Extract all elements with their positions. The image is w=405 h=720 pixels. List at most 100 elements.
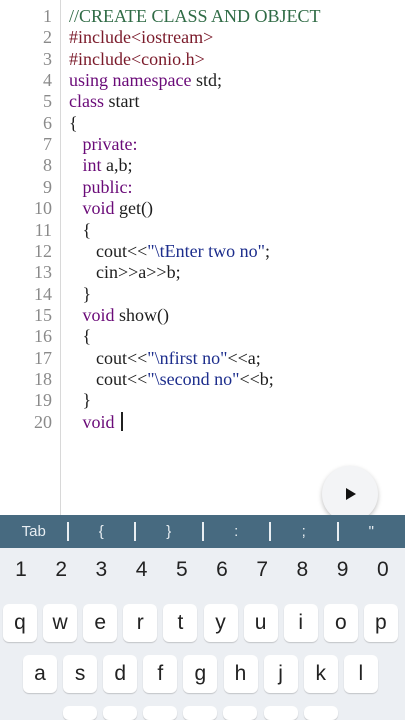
letter-key[interactable] (223, 706, 258, 720)
code-token: #include<conio.h> (69, 48, 205, 69)
soft-keyboard: 1234567890 qwertyuiop asdfghjkl (0, 548, 405, 720)
code-token: class (69, 91, 104, 112)
letter-key[interactable]: k (303, 655, 338, 693)
letter-key[interactable]: s (63, 655, 98, 693)
code-token: using namespace (69, 70, 192, 91)
line-number: 4 (43, 70, 52, 91)
symbol-key[interactable]: : (203, 515, 271, 548)
number-key[interactable]: 4 (122, 558, 162, 582)
code-text: int a,b; (69, 155, 133, 176)
code-token: <<b; (239, 368, 274, 389)
letter-key[interactable] (303, 706, 338, 720)
letter-key[interactable] (263, 706, 298, 720)
number-key[interactable]: 1 (1, 558, 41, 582)
code-token: void (82, 304, 115, 325)
letter-key[interactable]: h (223, 655, 258, 693)
letter-key[interactable] (183, 706, 218, 720)
code-token: "\tEnter two no" (147, 240, 265, 261)
code-text: { (69, 326, 92, 347)
code-text: private: (69, 134, 138, 155)
code-text: //CREATE CLASS AND OBJECT (69, 6, 321, 27)
letter-key[interactable]: i (283, 604, 318, 642)
play-icon (346, 488, 356, 500)
letter-key[interactable] (63, 706, 97, 720)
line-number: 2 (43, 27, 52, 48)
letter-key[interactable]: j (263, 655, 298, 693)
symbol-bar: Tab{}:; " (0, 515, 405, 548)
symbol-key[interactable]: Tab (0, 515, 68, 548)
line-number: 3 (43, 48, 52, 69)
letter-key[interactable]: r (123, 604, 158, 642)
number-key[interactable]: 9 (323, 558, 363, 582)
code-text: void (69, 411, 123, 433)
code-text: cout<<"\tEnter two no"; (69, 241, 270, 262)
symbol-key[interactable]: } (135, 515, 203, 548)
symbol-separator (134, 522, 136, 541)
symbol-separator (201, 522, 204, 541)
symbol-separator (336, 522, 339, 541)
code-token: cout<< (69, 240, 148, 261)
line-number: 20 (34, 411, 52, 432)
code-text: } (69, 284, 92, 305)
code-text: #include<iostream> (69, 27, 213, 48)
code-token: start (104, 91, 140, 112)
symbol-key[interactable]: { (68, 515, 136, 548)
code-token: cout<< (69, 368, 148, 389)
letter-key[interactable]: w (43, 604, 78, 642)
code-text: void get() (69, 198, 154, 219)
letter-key[interactable]: g (183, 655, 218, 693)
number-key[interactable]: 6 (202, 558, 242, 582)
code-token: { (69, 112, 78, 133)
code-token: void (82, 411, 115, 432)
run-button[interactable] (322, 466, 378, 522)
code-text: { (69, 113, 78, 134)
letter-key[interactable]: y (203, 604, 238, 642)
line-number: 11 (34, 219, 52, 240)
line-number: 16 (34, 326, 52, 347)
code-text: public: (69, 177, 133, 198)
number-key[interactable]: 3 (81, 558, 121, 582)
code-token: "\nfirst no" (147, 347, 228, 368)
line-number: 5 (43, 91, 52, 112)
letter-key[interactable] (103, 706, 138, 720)
code-token: { (69, 219, 92, 240)
code-token: int (82, 155, 102, 176)
code-token: <<a; (227, 347, 261, 368)
letter-key[interactable]: d (103, 655, 138, 693)
code-token: void (82, 198, 115, 219)
code-text: using namespace std; (69, 70, 222, 91)
number-key[interactable]: 5 (162, 558, 202, 582)
line-number: 1 (43, 6, 52, 26)
letter-key[interactable]: f (143, 655, 178, 693)
number-key[interactable]: 2 (41, 558, 81, 582)
code-token: a,b; (101, 155, 133, 176)
letter-key[interactable] (143, 706, 178, 720)
letter-key[interactable]: o (323, 604, 358, 642)
line-number: 17 (34, 347, 52, 368)
symbol-key[interactable]: ; (270, 515, 338, 548)
line-number: 13 (34, 262, 52, 283)
letter-key[interactable]: u (243, 604, 278, 642)
line-number: 12 (34, 240, 52, 261)
number-key[interactable]: 8 (282, 558, 322, 582)
code-token: show() (114, 304, 170, 325)
line-number: 10 (34, 198, 52, 219)
code-text: } (69, 390, 92, 411)
number-key[interactable]: 7 (242, 558, 282, 582)
line-number: 14 (34, 283, 52, 304)
code-token: } (69, 390, 92, 411)
letter-key[interactable]: a (23, 655, 57, 693)
letter-key[interactable]: t (163, 604, 198, 642)
letter-key[interactable]: q (3, 604, 37, 642)
code-text: { (69, 219, 92, 241)
letter-key[interactable]: e (83, 604, 118, 642)
text-cursor (121, 411, 123, 431)
letter-key[interactable]: p (363, 604, 398, 642)
number-key[interactable]: 0 (363, 558, 403, 582)
symbol-key[interactable]: " (338, 515, 405, 548)
code-token: std; (191, 70, 222, 91)
letter-key[interactable]: l (343, 655, 378, 693)
code-token: //CREATE CLASS AND OBJECT (69, 6, 321, 26)
code-token: cin>>a>>b; (69, 262, 181, 283)
